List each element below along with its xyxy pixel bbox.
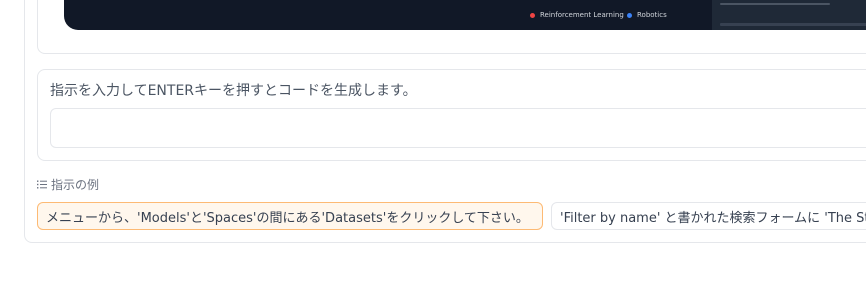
prompt-label: 指示を入力してENTERキーを押すとコードを生成します。 [50,83,417,99]
screenshot-preview-card: Reinforcement Learning Robotics [37,0,866,54]
prompt-input[interactable] [50,108,866,148]
preview-meta-line [720,23,866,26]
preview-tag-reinforcement-learning: Reinforcement Learning [530,11,624,19]
example-button[interactable]: メニューから、'Models'と'Spaces'の間にある'Datasets'を… [37,202,543,230]
preview-meta-line [720,3,830,5]
examples-header-label: 指示の例 [51,178,100,192]
screenshot-preview: Reinforcement Learning Robotics [64,0,866,30]
preview-tag-label: Reinforcement Learning [540,11,624,19]
example-button[interactable]: 'Filter by name' と書かれた検索フォームに 'The Sta [551,202,866,230]
tag-icon [627,12,632,18]
prompt-card: 指示を入力してENTERキーを押すとコードを生成します。 [37,69,866,161]
tag-icon [530,12,535,18]
preview-tag-robotics: Robotics [627,11,667,19]
preview-tag-label: Robotics [637,11,667,19]
list-icon [37,180,47,189]
examples-header: 指示の例 [37,176,99,193]
